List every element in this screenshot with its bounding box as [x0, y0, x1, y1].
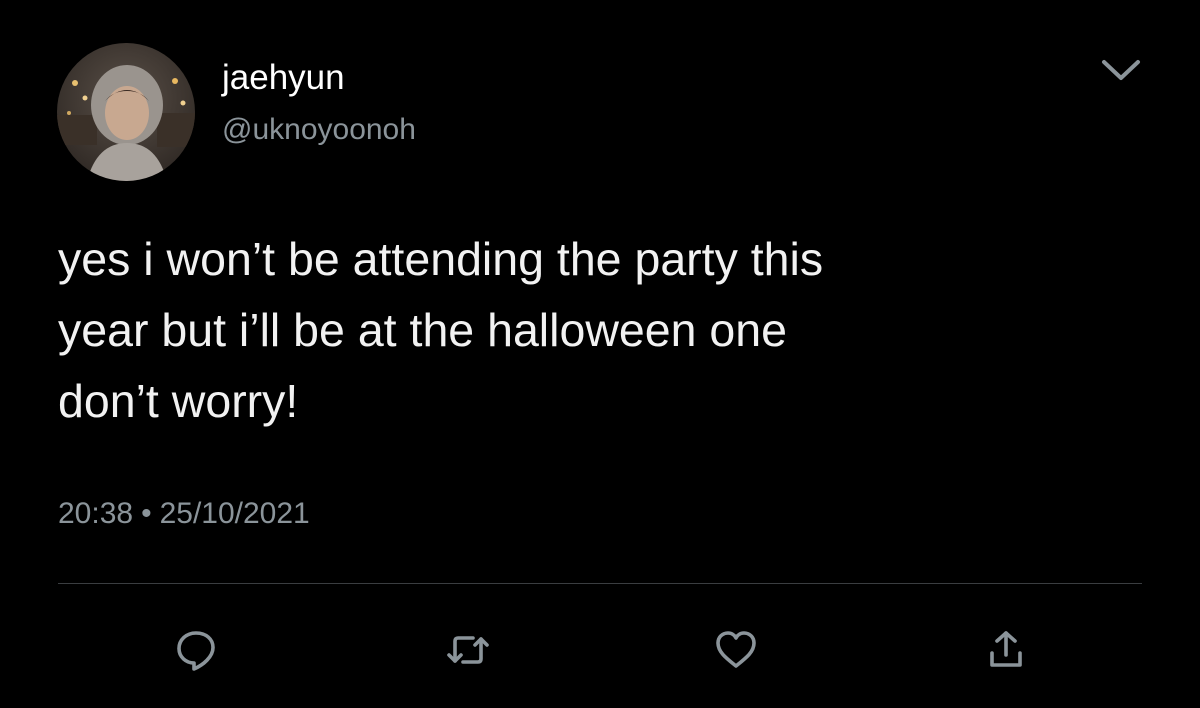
tweet-text: yes i won’t be attending the party this …: [58, 224, 1158, 437]
author-display-name[interactable]: jaehyun: [222, 58, 345, 98]
avatar[interactable]: [57, 43, 195, 181]
reply-icon: [177, 631, 215, 671]
heart-icon: [716, 631, 756, 668]
tweet-text-line: yes i won’t be attending the party this: [58, 233, 824, 285]
tweet-date: 25/10/2021: [159, 497, 310, 530]
divider: [58, 583, 1142, 584]
tweet-timestamp[interactable]: 20:38 • 25/10/2021: [58, 494, 310, 534]
like-button[interactable]: [706, 622, 766, 678]
share-icon: [990, 631, 1022, 667]
tweet-text-line: don’t worry!: [58, 375, 299, 427]
avatar-photo: [57, 43, 195, 181]
share-button[interactable]: [976, 622, 1036, 678]
tweet-card: jaehyun @uknoyoonoh yes i won’t be atten…: [0, 0, 1200, 708]
author-handle[interactable]: @uknoyoonoh: [222, 112, 416, 148]
retweet-button[interactable]: [438, 622, 498, 678]
retweet-icon: [447, 636, 489, 664]
reply-button[interactable]: [166, 622, 226, 678]
tweet-text-line: year but i’ll be at the halloween one: [58, 304, 787, 356]
chevron-down-icon: [1102, 60, 1140, 80]
tweet-menu-button[interactable]: [1094, 50, 1148, 90]
meta-separator: •: [141, 497, 152, 530]
tweet-time: 20:38: [58, 497, 134, 530]
